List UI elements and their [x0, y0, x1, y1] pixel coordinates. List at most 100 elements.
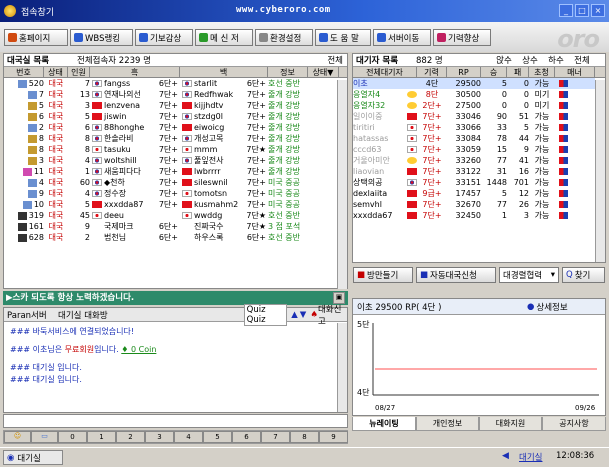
status-room-label[interactable]: 대기실: [519, 451, 542, 463]
user-cell: 33059: [455, 145, 481, 154]
col-user-rank[interactable]: 기력: [417, 67, 447, 77]
auto-match-button[interactable]: ■ 자동대국신청: [416, 267, 496, 283]
user-row[interactable]: semvhl 7단+ 32670 77 26 가능: [353, 199, 595, 210]
tab-notice[interactable]: 공지사항: [542, 417, 606, 431]
channel-tab[interactable]: 9: [319, 431, 348, 443]
col-count[interactable]: 인원: [68, 67, 90, 77]
room-row[interactable]: 8 대국 8 한솔라비 7단+ 개성고목 7단+ 줄개 강방: [4, 133, 337, 144]
room-row[interactable]: 11 대국 1 새움피다다 7단+ lwbrrrr 7단+ 줄개 강방: [4, 166, 337, 177]
black-flag-icon: [92, 212, 102, 219]
room-cell: 9: [4, 188, 44, 199]
room-row[interactable]: 319 대국 45 deeu wwddg 7단★ 호선 중반: [4, 210, 337, 221]
user-row[interactable]: 이초 4단 29500 5 0 가능: [353, 78, 595, 89]
search-button[interactable]: Q 찾기: [562, 267, 605, 283]
improve-button[interactable]: 기력향상: [433, 29, 491, 46]
help-button[interactable]: 도 움 말: [315, 29, 371, 46]
title-bar[interactable]: 접속창기 www.cyberoro.com _ □ ×: [0, 0, 609, 22]
user-row[interactable]: hatassas 7단+ 33084 78 44 가능: [353, 133, 595, 144]
room-cell: 새움피다다 7단+: [90, 166, 180, 177]
user-filter-lower[interactable]: 하수: [543, 54, 569, 66]
homepage-button[interactable]: 홈페이지: [4, 29, 68, 46]
chat-scrollbar[interactable]: [337, 323, 347, 412]
user-filter-all[interactable]: 전체: [569, 54, 595, 66]
channel-tab[interactable]: 0: [58, 431, 87, 443]
arrow-down-icon[interactable]: ▼: [300, 310, 307, 320]
minimize-button[interactable]: _: [559, 4, 573, 17]
user-row[interactable]: liaovian 7단+ 33122 31 16 가능: [353, 166, 595, 177]
col-number[interactable]: 번호: [4, 67, 44, 77]
room-cell: ◆천하 7단+: [90, 177, 180, 188]
coin-link[interactable]: ♦ 0 Coin: [121, 345, 156, 354]
room-row[interactable]: 520 대국 7 fangss 6단+ starlit 6단+ 호선 중반: [4, 78, 337, 89]
col-state[interactable]: 상태▼: [308, 67, 339, 77]
col-user-lose[interactable]: 패: [507, 67, 529, 77]
quiz-button[interactable]: Quiz Quiz: [243, 303, 288, 326]
room-row[interactable]: 2 대국 6 88honghe 7단+ eiwoicg 7단+ 줄개 강방: [4, 122, 337, 133]
user-row[interactable]: cccd63 7단+ 33059 15 9 가능: [353, 144, 595, 155]
col-info[interactable]: 정보: [268, 67, 308, 77]
col-user-rp[interactable]: RP: [447, 67, 481, 77]
channel-tab[interactable]: 4: [174, 431, 203, 443]
emoticon-icon[interactable]: ☺: [4, 431, 31, 443]
user-row[interactable]: xxxdda67 7단+ 32450 1 3 가능: [353, 210, 595, 221]
user-row[interactable]: 응열자32 2단+ 27500 0 0 미기: [353, 100, 595, 111]
channel-tab[interactable]: 2: [116, 431, 145, 443]
user-cell: 78: [496, 134, 507, 143]
room-list-scrollbar[interactable]: [337, 80, 347, 289]
wbs-ranking-button[interactable]: WBS랭킹: [70, 29, 133, 46]
room-row[interactable]: 3 대국 4 woltshill 7단+ 풀잎전사 7단+ 줄개 강방: [4, 155, 337, 166]
user-row[interactable]: 상택의공 7단+ 33151 1448 701 가능: [353, 177, 595, 188]
channel-tab[interactable]: 1: [87, 431, 116, 443]
room-row[interactable]: 6 대국 5 jiswin 7단+ stzdg0l 7단+ 줄개 강방: [4, 111, 337, 122]
channel-tab[interactable]: 7: [261, 431, 290, 443]
col-black[interactable]: 흑: [90, 67, 180, 77]
server-move-button[interactable]: 서버이동: [373, 29, 431, 46]
user-row[interactable]: 응열자4 8단 30500 0 0 미기: [353, 89, 595, 100]
col-user-manner[interactable]: 매너: [555, 67, 595, 77]
sort-select[interactable]: 대경렬협력 ▾: [499, 267, 559, 283]
room-row[interactable]: 628 대국 2 법천님 6단+ 하우스록 6단+ 호선 중반: [4, 232, 337, 243]
user-row[interactable]: 일이이중 7단+ 33046 90 51 가능: [353, 111, 595, 122]
room-row[interactable]: 10 대국 5 xxxdda87 7단+ kusmahm2 7단+ 미국 중공: [4, 199, 337, 210]
manner-icon: [559, 190, 568, 197]
black-flag-icon: [92, 91, 102, 98]
room-row[interactable]: 7 대국 13 연재나의선 7단+ Redfhwak 7단+ 줄개 강방: [4, 89, 337, 100]
tab-rating[interactable]: 뉴레이팅: [352, 417, 416, 431]
tab-personal[interactable]: 개인정보: [416, 417, 479, 431]
channel-tab[interactable]: 5: [203, 431, 232, 443]
chat-icon[interactable]: ▭: [31, 431, 58, 443]
tab-chat-support[interactable]: 대화지원: [479, 417, 542, 431]
maximize-button[interactable]: □: [575, 4, 589, 17]
user-cell: 31: [496, 167, 507, 176]
room-row[interactable]: 9 대국 4 정수장 7단+ tomotsn 7단+ 미국 중공: [4, 188, 337, 199]
messenger-button[interactable]: 메 신 저: [195, 29, 253, 46]
room-filter-all[interactable]: 전체: [327, 54, 343, 66]
user-filter-higher[interactable]: 상수: [517, 54, 543, 66]
detail-link[interactable]: 상세정보: [536, 301, 567, 313]
room-row[interactable]: 161 대국 9 국제마크 6단+ 진짜국수 7단★ 3 접 포석: [4, 221, 337, 232]
col-user-name[interactable]: 전체대기자: [353, 67, 417, 77]
settings-button[interactable]: 환경설정: [255, 29, 313, 46]
channel-tab[interactable]: 8: [290, 431, 319, 443]
room-row[interactable]: 8 대국 8 tasuku 7단+ mmm 7단★ 줄개 강방: [4, 144, 337, 155]
record-view-button[interactable]: 기보감상: [135, 29, 193, 46]
user-filter-peer[interactable]: 앉수: [491, 54, 517, 66]
make-room-button[interactable]: ■ 방만들기: [353, 267, 413, 283]
speaker-icon[interactable]: ◀: [502, 451, 509, 461]
col-white[interactable]: 백: [180, 67, 268, 77]
user-row[interactable]: 거울아미안 7단+ 33260 77 41 가능: [353, 155, 595, 166]
user-row[interactable]: tiritiri 7단+ 33066 33 5 가능: [353, 122, 595, 133]
col-user-win[interactable]: 승: [481, 67, 507, 77]
channel-tab[interactable]: 6: [232, 431, 261, 443]
user-row[interactable]: dexlaiita 9급+ 17457 5 12 가능: [353, 188, 595, 199]
close-button[interactable]: ×: [591, 4, 605, 17]
user-list-scrollbar[interactable]: [595, 80, 605, 262]
arrow-up-icon[interactable]: ▲: [291, 310, 298, 320]
room-row[interactable]: 5 대국 3 lenzvena 7단+ kijjhdtv 7단+ 줄개 강방: [4, 100, 337, 111]
chat-input[interactable]: [3, 414, 348, 428]
channel-tab[interactable]: 3: [145, 431, 174, 443]
col-user-invite[interactable]: 초청: [529, 67, 555, 77]
room-row[interactable]: 4 대국 60 ◆천하 7단+ sileswnil 7단+ 미국 중공: [4, 177, 337, 188]
manner-icon: [559, 91, 568, 98]
col-status[interactable]: 상태: [44, 67, 68, 77]
